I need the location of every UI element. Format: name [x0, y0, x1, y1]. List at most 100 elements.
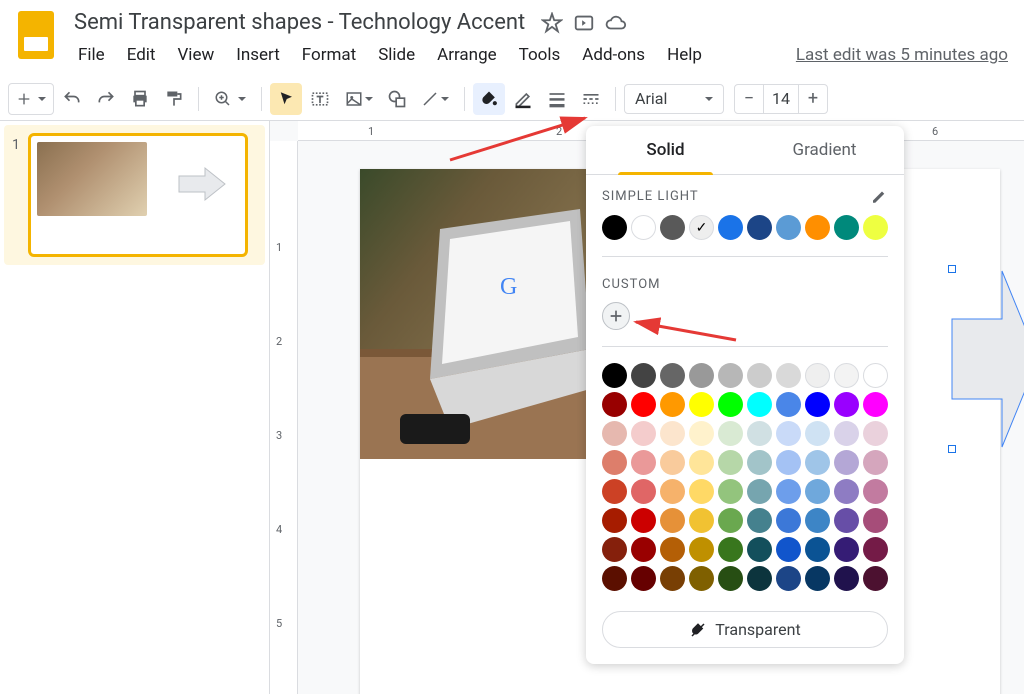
theme-color-swatch[interactable] — [834, 215, 859, 240]
color-swatch[interactable] — [718, 479, 743, 504]
color-swatch[interactable] — [805, 421, 830, 446]
color-swatch[interactable] — [805, 537, 830, 562]
theme-color-swatch[interactable] — [631, 215, 656, 240]
color-swatch[interactable] — [602, 363, 627, 388]
color-swatch[interactable] — [602, 566, 627, 591]
color-swatch[interactable] — [776, 566, 801, 591]
slide-image[interactable]: G — [360, 169, 590, 459]
add-custom-color-button[interactable] — [602, 302, 630, 330]
transparent-button[interactable]: Transparent — [602, 611, 888, 648]
color-swatch[interactable] — [718, 508, 743, 533]
color-swatch[interactable] — [689, 421, 714, 446]
color-swatch[interactable] — [602, 450, 627, 475]
color-swatch[interactable] — [689, 508, 714, 533]
color-swatch[interactable] — [776, 508, 801, 533]
color-swatch[interactable] — [689, 537, 714, 562]
border-color-button[interactable] — [507, 83, 539, 115]
color-swatch[interactable] — [863, 566, 888, 591]
color-swatch[interactable] — [718, 537, 743, 562]
resize-handle[interactable] — [948, 445, 956, 453]
color-swatch[interactable] — [834, 363, 859, 388]
color-swatch[interactable] — [689, 566, 714, 591]
color-swatch[interactable] — [631, 566, 656, 591]
color-swatch[interactable] — [834, 392, 859, 417]
star-icon[interactable] — [541, 12, 563, 34]
color-swatch[interactable] — [805, 363, 830, 388]
color-swatch[interactable] — [834, 421, 859, 446]
theme-color-swatch[interactable] — [602, 215, 627, 240]
color-swatch[interactable] — [631, 479, 656, 504]
menu-addons[interactable]: Add-ons — [572, 41, 655, 69]
image-tool[interactable] — [338, 83, 380, 115]
color-swatch[interactable] — [631, 537, 656, 562]
color-swatch[interactable] — [718, 421, 743, 446]
theme-color-swatch[interactable] — [689, 215, 714, 240]
color-swatch[interactable] — [747, 421, 772, 446]
theme-color-swatch[interactable] — [747, 215, 772, 240]
color-swatch[interactable] — [689, 392, 714, 417]
menu-file[interactable]: File — [68, 41, 115, 69]
color-swatch[interactable] — [805, 508, 830, 533]
color-swatch[interactable] — [631, 392, 656, 417]
menu-tools[interactable]: Tools — [509, 41, 571, 69]
tab-gradient[interactable]: Gradient — [745, 126, 904, 174]
slides-logo[interactable] — [16, 8, 56, 62]
color-swatch[interactable] — [776, 537, 801, 562]
color-swatch[interactable] — [602, 479, 627, 504]
color-swatch[interactable] — [863, 392, 888, 417]
color-swatch[interactable] — [776, 450, 801, 475]
color-swatch[interactable] — [718, 566, 743, 591]
color-swatch[interactable] — [718, 363, 743, 388]
color-swatch[interactable] — [863, 450, 888, 475]
color-swatch[interactable] — [747, 392, 772, 417]
theme-color-swatch[interactable] — [776, 215, 801, 240]
undo-button[interactable] — [56, 83, 88, 115]
color-swatch[interactable] — [602, 392, 627, 417]
color-swatch[interactable] — [660, 363, 685, 388]
fill-color-button[interactable] — [473, 83, 505, 115]
color-swatch[interactable] — [631, 421, 656, 446]
color-swatch[interactable] — [718, 392, 743, 417]
selected-arrow-shape[interactable] — [950, 269, 1024, 449]
color-swatch[interactable] — [805, 392, 830, 417]
color-swatch[interactable] — [834, 508, 859, 533]
color-swatch[interactable] — [747, 508, 772, 533]
color-swatch[interactable] — [747, 479, 772, 504]
color-swatch[interactable] — [805, 450, 830, 475]
color-swatch[interactable] — [747, 450, 772, 475]
slide-thumbnail[interactable] — [28, 133, 248, 257]
color-swatch[interactable] — [747, 363, 772, 388]
color-swatch[interactable] — [834, 566, 859, 591]
document-title[interactable]: Semi Transparent shapes - Technology Acc… — [68, 8, 531, 37]
color-swatch[interactable] — [863, 479, 888, 504]
new-slide-button[interactable] — [8, 83, 54, 115]
color-swatch[interactable] — [602, 537, 627, 562]
color-swatch[interactable] — [631, 508, 656, 533]
border-weight-button[interactable] — [541, 83, 573, 115]
menu-slide[interactable]: Slide — [368, 41, 425, 69]
theme-color-swatch[interactable] — [660, 215, 685, 240]
move-icon[interactable] — [573, 12, 595, 34]
font-family-select[interactable]: Arial — [624, 84, 724, 114]
menu-edit[interactable]: Edit — [117, 41, 166, 69]
border-dash-button[interactable] — [575, 83, 607, 115]
color-swatch[interactable] — [631, 363, 656, 388]
font-size-input[interactable]: 14 — [763, 85, 799, 113]
menu-view[interactable]: View — [167, 41, 224, 69]
color-swatch[interactable] — [834, 479, 859, 504]
font-size-decrease[interactable]: − — [735, 85, 763, 113]
zoom-button[interactable] — [207, 83, 253, 115]
paint-format-button[interactable] — [158, 83, 190, 115]
color-swatch[interactable] — [834, 450, 859, 475]
font-size-increase[interactable]: + — [799, 85, 827, 113]
color-swatch[interactable] — [660, 421, 685, 446]
menu-arrange[interactable]: Arrange — [427, 41, 506, 69]
color-swatch[interactable] — [863, 508, 888, 533]
menu-insert[interactable]: Insert — [226, 41, 290, 69]
color-swatch[interactable] — [631, 450, 656, 475]
color-swatch[interactable] — [863, 421, 888, 446]
color-swatch[interactable] — [718, 450, 743, 475]
shape-tool[interactable] — [382, 83, 412, 115]
print-button[interactable] — [124, 83, 156, 115]
edit-theme-icon[interactable] — [870, 187, 888, 205]
